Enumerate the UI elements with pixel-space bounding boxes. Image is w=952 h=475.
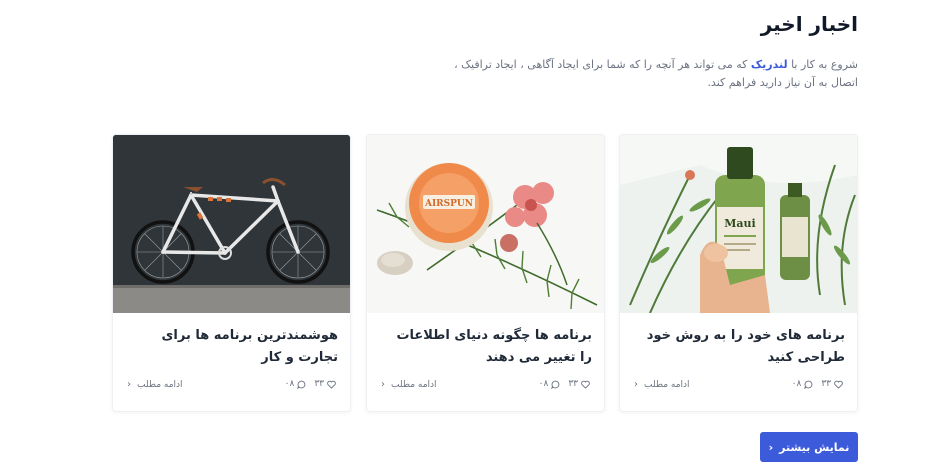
likes-count: ۳۳ (314, 379, 324, 389)
comments-stat: ۰۸ (792, 379, 814, 389)
news-card-meta: ۳۳ ۰۸ ادامه مطلب ‹ (634, 379, 843, 393)
news-card-stats: ۳۳ ۰۸ (285, 379, 336, 389)
svg-text:Maui: Maui (724, 217, 755, 230)
heart-icon (581, 380, 590, 389)
news-card-stats: ۳۳ ۰۸ (539, 379, 590, 389)
news-card-title[interactable]: برنامه ها چگونه دنیای اطلاعات را تغییر م… (380, 325, 592, 369)
likes-count: ۳۳ (821, 379, 831, 389)
svg-text:AIRSPUN: AIRSPUN (424, 199, 473, 209)
likes-stat: ۳۳ (568, 379, 590, 389)
news-card-meta: ۳۳ ۰۸ ادامه مطلب ‹ (127, 379, 336, 393)
comments-stat: ۰۸ (539, 379, 561, 389)
news-card-image[interactable] (113, 135, 350, 313)
news-card[interactable]: هوشمندترین برنامه ها برای تجارت و کار ۳۳… (112, 134, 351, 412)
heart-icon (834, 380, 843, 389)
chevron-left-icon: ‹ (768, 440, 774, 454)
read-more-label: ادامه مطلب (137, 379, 183, 390)
brand-link[interactable]: لندریک (751, 58, 788, 71)
news-card-image[interactable]: Maui (620, 135, 857, 313)
comments-count: ۰۸ (791, 379, 802, 389)
read-more-link[interactable]: ادامه مطلب ‹ (127, 379, 183, 390)
recent-news-section: اخبار اخیر شروع به کار با لندریک که می ت… (112, 0, 858, 475)
news-card-image[interactable]: AIRSPUN (367, 135, 604, 313)
chevron-left-icon: ‹ (634, 379, 638, 390)
comments-stat: ۰۸ (285, 379, 307, 389)
likes-stat: ۳۳ (314, 379, 336, 389)
section-intro: شروع به کار با لندریک که می تواند هر آنچ… (438, 56, 858, 92)
news-card-title[interactable]: برنامه های خود را به روش خود طراحی کنید (633, 325, 845, 369)
comments-count: ۰۸ (538, 379, 549, 389)
news-cards: Maui برنامه های خود را به روش خود طراحی … (112, 134, 858, 412)
comment-icon (297, 380, 306, 389)
intro-text-start: شروع به کار با (787, 58, 858, 71)
news-card-stats: ۳۳ ۰۸ (792, 379, 843, 389)
read-more-link[interactable]: ادامه مطلب ‹ (381, 379, 437, 390)
comment-icon (804, 380, 813, 389)
likes-count: ۳۳ (568, 379, 578, 389)
news-card-title[interactable]: هوشمندترین برنامه ها برای تجارت و کار (126, 325, 338, 369)
comments-count: ۰۸ (284, 379, 295, 389)
section-title: اخبار اخیر (760, 12, 858, 36)
read-more-label: ادامه مطلب (391, 379, 437, 390)
read-more-label: ادامه مطلب (644, 379, 690, 390)
news-card[interactable]: Maui برنامه های خود را به روش خود طراحی … (619, 134, 858, 412)
show-more-button[interactable]: نمایش بیشتر ‹ (760, 432, 858, 462)
news-card-meta: ۳۳ ۰۸ ادامه مطلب ‹ (381, 379, 590, 393)
heart-icon (327, 380, 336, 389)
comment-icon (551, 380, 560, 389)
read-more-link[interactable]: ادامه مطلب ‹ (634, 379, 690, 390)
show-more-label: نمایش بیشتر (779, 440, 850, 454)
news-card[interactable]: AIRSPUN برنامه ها چگونه دنیای اطلاعات را… (366, 134, 605, 412)
chevron-left-icon: ‹ (127, 379, 131, 390)
likes-stat: ۳۳ (821, 379, 843, 389)
chevron-left-icon: ‹ (381, 379, 385, 390)
